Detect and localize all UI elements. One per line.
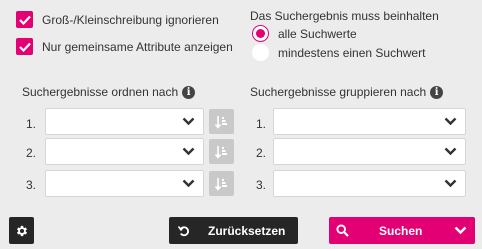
group-select-2[interactable] xyxy=(273,138,466,165)
reset-label: Zurücksetzen xyxy=(208,223,286,238)
result-must-title: Das Suchergebnis muss beinhalten xyxy=(250,9,439,23)
group-select-1[interactable] xyxy=(273,108,466,135)
common-attributes-label: Nur gemeinsame Attribute anzeigen xyxy=(42,39,233,54)
sort-direction-button-1[interactable] xyxy=(209,109,234,134)
sort-select-1[interactable] xyxy=(45,108,204,135)
radio-all-values-row[interactable]: alle Suchwerte xyxy=(252,25,357,42)
ignore-case-label: Groß-/Kleinschreibung ignorieren xyxy=(42,12,219,27)
sort-direction-button-3[interactable] xyxy=(209,171,234,196)
search-label: Suchen xyxy=(379,223,423,238)
sort-direction-icon xyxy=(215,115,227,129)
sort-select-3[interactable] xyxy=(45,170,204,197)
undo-icon xyxy=(178,225,190,237)
sort-direction-icon xyxy=(215,177,227,191)
gear-icon xyxy=(16,225,27,236)
sort-heading-label: Suchergebnisse ordnen nach xyxy=(22,85,179,99)
common-attributes-checkbox[interactable] xyxy=(16,38,33,55)
chevron-down-icon xyxy=(444,117,457,126)
group-row-number: 2. xyxy=(256,146,267,160)
info-icon[interactable]: i xyxy=(430,85,444,99)
chevron-down-icon xyxy=(182,147,195,156)
sort-row-number: 1. xyxy=(26,117,37,131)
checkmark-icon xyxy=(18,42,31,52)
sort-select-2[interactable] xyxy=(45,138,204,165)
group-row-number: 3. xyxy=(256,178,267,192)
ignore-case-checkbox[interactable] xyxy=(16,11,33,28)
reset-button[interactable]: Zurücksetzen xyxy=(169,217,298,244)
group-row-number: 1. xyxy=(256,117,267,131)
chevron-down-icon xyxy=(182,117,195,126)
sort-row-number: 3. xyxy=(26,178,37,192)
group-select-3[interactable] xyxy=(273,170,466,197)
chevron-down-icon xyxy=(182,179,195,188)
group-heading: Suchergebnisse gruppieren nach i xyxy=(250,85,444,99)
ignore-case-checkbox-row[interactable]: Groß-/Kleinschreibung ignorieren xyxy=(16,11,219,28)
radio-any-value-row[interactable]: mindestens einen Suchwert xyxy=(252,44,425,61)
settings-button[interactable] xyxy=(9,217,34,244)
common-attributes-checkbox-row[interactable]: Nur gemeinsame Attribute anzeigen xyxy=(16,38,233,55)
chevron-down-icon xyxy=(444,147,457,156)
sort-direction-icon xyxy=(215,145,227,159)
chevron-down-icon[interactable] xyxy=(454,226,467,235)
sort-row-number: 2. xyxy=(26,146,37,160)
radio-all-values[interactable] xyxy=(252,25,269,42)
info-icon[interactable]: i xyxy=(182,85,196,99)
sort-heading: Suchergebnisse ordnen nach i xyxy=(22,85,196,99)
group-heading-label: Suchergebnisse gruppieren nach xyxy=(250,85,427,99)
sort-direction-button-2[interactable] xyxy=(209,139,234,164)
search-icon xyxy=(336,224,349,237)
search-button[interactable]: Suchen xyxy=(329,217,475,244)
checkmark-icon xyxy=(18,15,31,25)
radio-all-values-label: alle Suchwerte xyxy=(278,26,357,41)
chevron-down-icon xyxy=(444,179,457,188)
radio-any-value[interactable] xyxy=(252,44,269,61)
radio-any-value-label: mindestens einen Suchwert xyxy=(278,45,426,60)
